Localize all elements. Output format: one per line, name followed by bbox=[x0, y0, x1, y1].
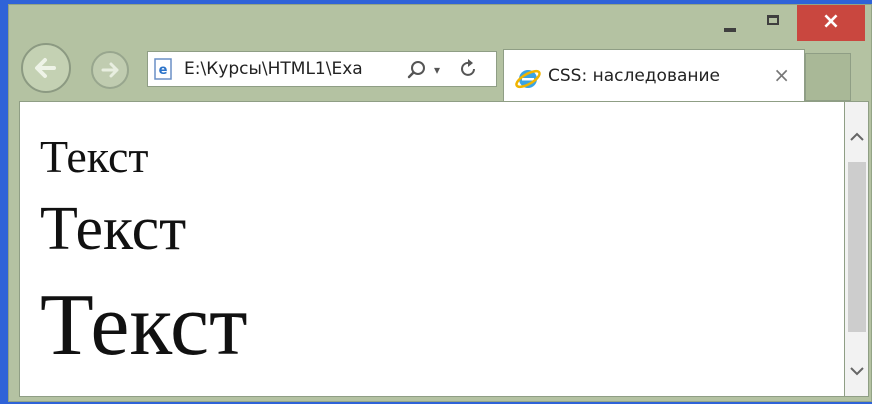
chevron-up-icon[interactable] bbox=[845, 122, 869, 152]
browser-window: × e E:\Курсы\HTML1\Exa ▾ CSS: наследован… bbox=[8, 4, 872, 402]
forward-button[interactable] bbox=[91, 51, 129, 89]
page-content: Текст Текст Текст bbox=[19, 101, 845, 397]
tab-css-inheritance[interactable]: CSS: наследование × bbox=[503, 49, 805, 101]
arrow-right-icon bbox=[101, 62, 119, 78]
svg-text:e: e bbox=[159, 63, 168, 78]
close-icon[interactable]: × bbox=[773, 63, 790, 87]
close-icon: × bbox=[821, 9, 841, 34]
refresh-icon[interactable] bbox=[458, 58, 480, 80]
dropdown-icon[interactable]: ▾ bbox=[434, 60, 450, 80]
address-input[interactable]: E:\Курсы\HTML1\Exa bbox=[184, 58, 396, 80]
back-button[interactable] bbox=[21, 43, 71, 93]
close-window-button[interactable]: × bbox=[797, 5, 865, 41]
text-line-medium: Текст bbox=[40, 195, 187, 263]
new-tab-button[interactable] bbox=[805, 53, 851, 101]
ie-page-icon: e bbox=[154, 58, 172, 80]
ie-logo-icon bbox=[515, 69, 541, 89]
search-icon[interactable] bbox=[406, 59, 428, 81]
minimize-button[interactable] bbox=[709, 5, 753, 41]
text-line-small: Текст bbox=[40, 131, 149, 182]
maximize-button[interactable] bbox=[753, 5, 797, 41]
text-line-large: Текст bbox=[40, 277, 248, 374]
address-bar[interactable]: e E:\Курсы\HTML1\Exa ▾ bbox=[147, 51, 497, 87]
tab-title: CSS: наследование bbox=[548, 66, 721, 86]
chevron-down-icon[interactable] bbox=[845, 356, 869, 386]
arrow-left-icon bbox=[35, 58, 56, 78]
scroll-thumb[interactable] bbox=[848, 162, 866, 332]
vertical-scrollbar[interactable] bbox=[845, 101, 869, 397]
